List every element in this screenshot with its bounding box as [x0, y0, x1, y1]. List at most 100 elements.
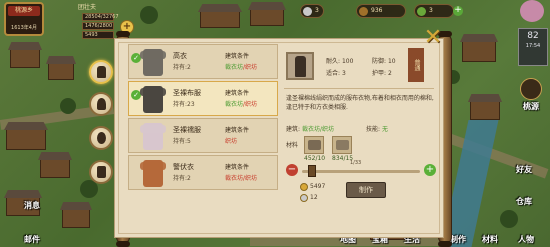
stone-counter: 3 +: [414, 4, 463, 18]
cloth-roll-icon: [308, 140, 321, 150]
quantity-slider[interactable]: [302, 165, 420, 177]
map-building[interactable]: [462, 40, 496, 62]
peach-icon: [520, 78, 542, 100]
silver-icon: [300, 194, 308, 202]
bottom-button-make[interactable]: 制作: [450, 234, 466, 245]
player-portrait[interactable]: 桃源乡 1613年4月: [4, 2, 44, 36]
recipe-owned: 持有:2: [173, 64, 191, 71]
category-hat[interactable]: [89, 92, 113, 116]
rarity-tag: 普通: [408, 48, 424, 82]
recipe-name: 警伏衣: [173, 163, 194, 171]
tool-icon: [97, 166, 106, 178]
player-name: 团壮夫: [78, 4, 97, 11]
mail-button[interactable]: 邮件: [24, 234, 40, 245]
side-button-label: 仓库: [516, 197, 532, 206]
increase-button[interactable]: +: [424, 164, 436, 176]
map-building[interactable]: [10, 48, 40, 68]
robe-icon: [97, 66, 106, 78]
wood-value: 936: [371, 7, 383, 14]
weather-temp: 82: [527, 31, 539, 41]
robe-icon: [295, 56, 306, 77]
recipe-req-label: 建筑条件: [225, 53, 250, 60]
map-building[interactable]: [48, 62, 74, 80]
side-button-warehouse[interactable]: 仓库: [516, 196, 532, 207]
game-date: 1613年4月: [11, 25, 37, 31]
side-button-1[interactable]: 桃源: [520, 78, 542, 112]
recipe-name: 圣裸布服: [173, 89, 201, 97]
side-button-label: 桃源: [523, 102, 539, 111]
recipe-item-selected[interactable]: ✓ 圣裸布服 持有:23 建筑条件 裁衣坊/织坊: [128, 81, 278, 116]
bottom-button-material[interactable]: 材料: [482, 234, 498, 245]
quantity-ratio: 1/33: [350, 160, 362, 166]
cost-coins: 5497: [310, 183, 326, 190]
gem-icon: [417, 7, 426, 16]
recipe-req-label: 建筑条件: [225, 127, 250, 134]
stat-bar-1: 28504/32767: [82, 13, 119, 21]
stat-bar-2: 1476/2800: [82, 22, 114, 30]
add-stone-button[interactable]: +: [453, 6, 463, 16]
recipe-item[interactable]: ✓ 高衣 持有:2 建筑条件 裁衣坊/织坊: [128, 44, 278, 79]
recipe-req-label: 建筑条件: [225, 164, 250, 171]
recipe-owned: 持有:23: [173, 101, 195, 108]
material-slot-1[interactable]: [304, 136, 324, 154]
coin-icon: [303, 7, 312, 16]
accessory-icon: [97, 132, 106, 144]
weather-time: 17:54: [525, 43, 541, 49]
recipe-item[interactable]: 警伏衣 持有:2 建筑条件 裁衣坊/织坊: [128, 155, 278, 190]
map-building[interactable]: [40, 158, 70, 178]
robe-icon: [140, 123, 166, 150]
recipe-name: 圣裸襦服: [173, 126, 201, 134]
stat-bar-3: 5493: [82, 31, 114, 39]
map-building[interactable]: [6, 128, 46, 150]
recipe-req-building: 织坊: [225, 138, 238, 145]
messages-button[interactable]: 消息: [24, 200, 40, 211]
hat-icon: [97, 98, 106, 110]
selected-item-icon: [286, 52, 314, 80]
material-count-1: 452/10: [304, 155, 326, 162]
recipe-req-label: 建筑条件: [225, 90, 250, 97]
recipe-req-building: 裁衣坊/织坊: [225, 101, 258, 108]
category-strip: [86, 60, 116, 210]
thread-icon: [336, 140, 349, 150]
bottom-button-character[interactable]: 人物: [518, 234, 534, 245]
robe-icon: [140, 160, 166, 187]
wood-counter: 936: [356, 4, 406, 18]
tech-row: 技能: 无: [366, 126, 388, 133]
cost-silver: 12: [310, 194, 318, 201]
recipe-req-building: 裁衣坊/织坊: [225, 64, 258, 71]
map-blossom-tree: [520, 0, 544, 22]
slider-handle[interactable]: [308, 165, 316, 177]
category-clothing[interactable]: [89, 60, 113, 84]
stat-fit: 适合: 3: [326, 70, 346, 77]
weather-widget[interactable]: 82 17:54: [518, 28, 548, 66]
map-tree: [500, 210, 518, 228]
coin-value: 3: [315, 7, 319, 14]
side-button-label: 好友: [516, 165, 532, 174]
stat-durability: 耐久: 100: [326, 58, 354, 65]
map-building[interactable]: [200, 10, 240, 28]
stat-defense: 防御: 10: [372, 58, 396, 65]
recipe-req-building: 裁衣坊/织坊: [225, 175, 258, 182]
portrait-title: 桃源乡: [8, 6, 40, 16]
make-button[interactable]: 制作: [346, 182, 386, 198]
coin-icon: [300, 183, 308, 191]
wood-icon: [359, 7, 368, 16]
decrease-button[interactable]: −: [286, 164, 298, 176]
map-building[interactable]: [470, 100, 500, 120]
recipe-list[interactable]: ✓ 高衣 持有:2 建筑条件 裁衣坊/织坊 ✓ 圣裸布服 持有:23 建筑条件 …: [128, 44, 278, 232]
category-tools[interactable]: [89, 160, 113, 184]
item-description: 逢圣裸棉线绢织而成的服布衣物,布着和相衣而用的棉和,逢已特于和方衣类相服.: [286, 95, 434, 111]
divider: [284, 88, 434, 89]
recipe-item[interactable]: 圣裸襦服 持有:5 建筑条件 织坊: [128, 118, 278, 153]
map-building[interactable]: [62, 208, 90, 228]
category-accessory[interactable]: [89, 126, 113, 150]
recipe-name: 高衣: [173, 52, 187, 60]
side-button-friends[interactable]: 好友: [516, 164, 532, 175]
player-panel[interactable]: 桃源乡 1613年4月 团壮夫 28504/32767 1476/2800 54…: [0, 0, 120, 42]
map-tree: [60, 98, 76, 114]
stone-value: 3: [429, 7, 433, 14]
map-building[interactable]: [250, 8, 284, 26]
robe-icon: [140, 86, 166, 113]
recipe-owned: 持有:2: [173, 175, 191, 182]
material-slot-2[interactable]: [332, 136, 352, 154]
